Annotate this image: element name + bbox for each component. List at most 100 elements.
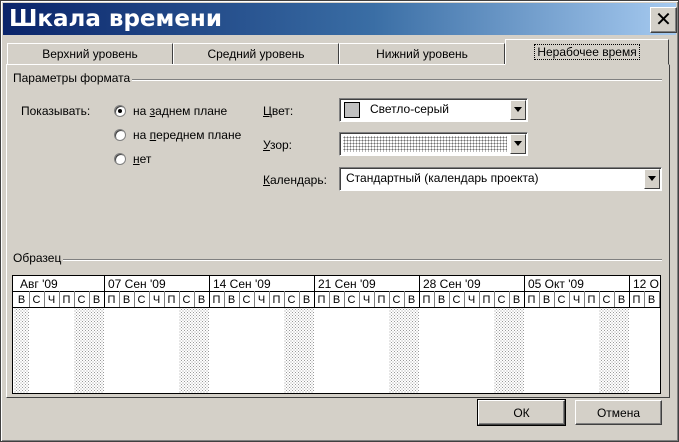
week-label: 14 Сен '09 [213, 277, 271, 291]
radio-background-label[interactable]: на заднем плане [133, 104, 227, 118]
day-label: П [63, 294, 71, 306]
day-label: П [318, 294, 326, 306]
day-label: Ч [258, 294, 265, 306]
tab-nonworking-time-label: Нерабочее время [534, 44, 640, 60]
radio-background[interactable] [114, 105, 126, 117]
day-label: С [393, 294, 401, 306]
title-bar[interactable]: Шкала времени ✕ [3, 3, 677, 35]
nonworking-day-cell [284, 307, 299, 393]
calendar-label: Календарь: [263, 173, 327, 187]
day-label: П [108, 294, 116, 306]
tab-nonworking-time[interactable]: Нерабочее время [505, 39, 669, 65]
nonworking-day-cell [599, 307, 614, 393]
radio-none[interactable] [114, 153, 126, 165]
nonworking-day-cell [614, 307, 629, 393]
nonworking-day-cell [194, 307, 209, 393]
radio-foreground[interactable] [114, 129, 126, 141]
nonworking-day-cell [494, 307, 509, 393]
timescale-sample: ВСЧПСВПВСЧПСВПВСЧПСВПВСЧПСВПВСЧПСВПВСЧПС… [12, 275, 661, 394]
tab-top-tier[interactable]: Верхний уровень [7, 43, 173, 65]
tab-bottom-tier[interactable]: Нижний уровень [339, 43, 505, 65]
day-label: В [198, 294, 205, 306]
day-label: В [513, 294, 520, 306]
day-label: Ч [573, 294, 580, 306]
day-label: В [303, 294, 310, 306]
color-label: Цвет: [263, 104, 294, 118]
pattern-label: Узор: [263, 138, 293, 152]
week-label: 28 Сен '09 [423, 277, 481, 291]
day-label: П [528, 294, 536, 306]
calendar-select-value: Стандартный (календарь проекта) [346, 171, 539, 185]
day-label: В [228, 294, 235, 306]
day-label: С [78, 294, 86, 306]
tab-top-tier-label: Верхний уровень [42, 47, 138, 61]
day-label: В [438, 294, 445, 306]
day-label: С [603, 294, 611, 306]
day-label: С [288, 294, 296, 306]
day-label: П [588, 294, 596, 306]
cancel-button[interactable]: Отмена [575, 400, 662, 425]
day-label: В [333, 294, 340, 306]
day-label: Ч [468, 294, 475, 306]
day-label: В [18, 294, 25, 306]
dialog-title: Шкала времени [9, 6, 222, 32]
day-label: В [543, 294, 550, 306]
radio-selected-dot [118, 109, 122, 113]
day-label: С [498, 294, 506, 306]
nonworking-day-cell [389, 307, 404, 393]
ok-button-label: ОК [513, 405, 530, 420]
week-label: 05 Окт '09 [528, 277, 584, 291]
day-label: В [648, 294, 655, 306]
nonworking-day-cell [299, 307, 314, 393]
radio-none-label[interactable]: нет [133, 152, 151, 166]
nonworking-day-cell [14, 307, 29, 393]
week-label: 12 О [633, 277, 659, 291]
color-select-value: Светло-серый [370, 102, 449, 116]
day-label: П [633, 294, 641, 306]
calendar-select[interactable]: Стандартный (календарь проекта) [339, 167, 662, 191]
day-label: С [348, 294, 356, 306]
day-label: С [243, 294, 251, 306]
tab-middle-tier[interactable]: Средний уровень [173, 43, 339, 65]
ok-button[interactable]: ОК [477, 399, 566, 426]
day-label: В [93, 294, 100, 306]
timescale-sample-graphic: ВСЧПСВПВСЧПСВПВСЧПСВПВСЧПСВПВСЧПСВПВСЧПС… [13, 276, 660, 393]
day-label: В [618, 294, 625, 306]
tab-bottom-tier-label: Нижний уровень [376, 47, 468, 61]
radio-foreground-label[interactable]: на переднем плане [133, 128, 241, 142]
nonworking-day-cell [404, 307, 419, 393]
week-label: Авг '09 [20, 277, 58, 291]
cancel-button-label: Отмена [596, 405, 641, 420]
week-label: 07 Сен '09 [108, 277, 166, 291]
day-label: П [483, 294, 491, 306]
day-label: С [558, 294, 566, 306]
format-group-title: Параметры формата [11, 71, 133, 85]
color-swatch [344, 102, 360, 118]
close-icon: ✕ [655, 9, 672, 31]
day-label: В [123, 294, 130, 306]
close-button[interactable]: ✕ [650, 7, 677, 33]
pattern-select[interactable] [339, 132, 528, 156]
color-dropdown-arrow-icon[interactable] [510, 100, 526, 120]
day-label: С [33, 294, 41, 306]
dialog-window: Шкала времени ✕ Верхний уровень Средний … [0, 0, 679, 442]
tab-middle-tier-label: Средний уровень [207, 47, 305, 61]
sample-group-title: Образец [11, 251, 64, 265]
nonworking-day-cell [74, 307, 89, 393]
day-label: П [273, 294, 281, 306]
day-label: П [213, 294, 221, 306]
calendar-dropdown-arrow-icon[interactable] [644, 169, 660, 189]
day-label: Ч [153, 294, 160, 306]
nonworking-day-cell [509, 307, 524, 393]
show-label: Показывать: [21, 104, 91, 118]
day-label: П [378, 294, 386, 306]
pattern-preview [343, 136, 507, 152]
day-label: С [453, 294, 461, 306]
nonworking-day-cell [89, 307, 104, 393]
pattern-dropdown-arrow-icon[interactable] [510, 134, 526, 154]
color-select[interactable]: Светло-серый [339, 98, 528, 122]
day-label: В [408, 294, 415, 306]
day-label: Ч [48, 294, 55, 306]
day-label: П [423, 294, 431, 306]
day-label: Ч [363, 294, 370, 306]
